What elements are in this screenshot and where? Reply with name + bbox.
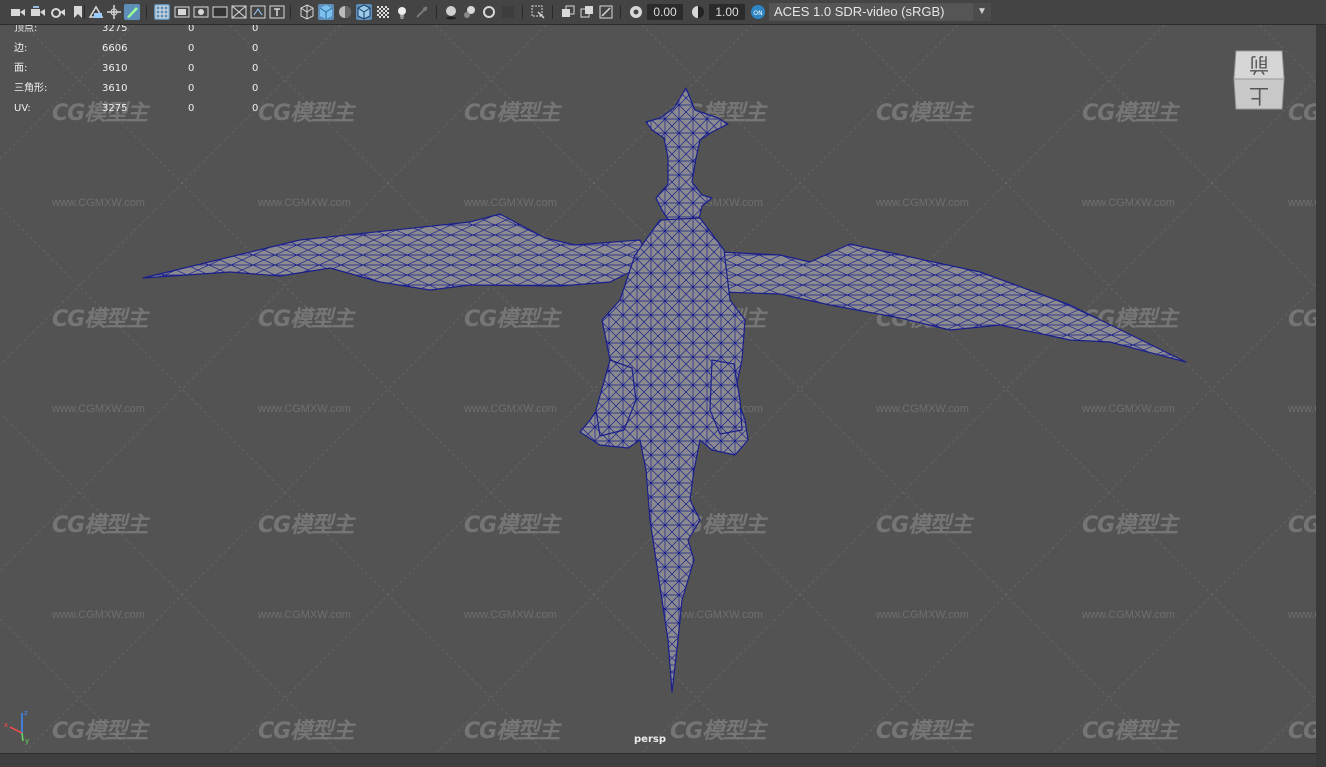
- camera-attributes-icon[interactable]: [30, 4, 46, 20]
- shadows-icon[interactable]: [443, 4, 459, 20]
- grease-pencil-icon[interactable]: [124, 4, 140, 20]
- image-plane-icon[interactable]: [88, 4, 104, 20]
- isolate-select-icon[interactable]: [530, 4, 546, 20]
- xray-joints-icon[interactable]: [560, 4, 576, 20]
- camera-icon[interactable]: [10, 4, 26, 20]
- dragon-wireframe-model[interactable]: [0, 25, 1316, 753]
- axis-gizmo: z x y: [4, 709, 29, 745]
- viewport-toolbar: 0.00 1.00 ON ACES 1.0 SDR-video (sRGB) ▼: [0, 0, 1326, 25]
- right-wing: [699, 243, 1187, 363]
- move-view-icon[interactable]: [106, 4, 122, 20]
- screen-space-ao-icon[interactable]: [462, 4, 478, 20]
- gamma-icon[interactable]: [690, 4, 706, 20]
- gamma-field[interactable]: 1.00: [709, 4, 745, 20]
- color-management-icon[interactable]: ON: [750, 4, 766, 20]
- viewport-border: [1316, 25, 1326, 766]
- axis-y-label: y: [25, 737, 29, 745]
- field-chart-icon[interactable]: [231, 4, 247, 20]
- exposure-icon[interactable]: [628, 4, 644, 20]
- bookmark-camera-icon[interactable]: [50, 4, 66, 20]
- color-space-dropdown[interactable]: ACES 1.0 SDR-video (sRGB) ▼: [769, 3, 991, 21]
- xray-active-icon[interactable]: [579, 4, 595, 20]
- svg-text:ON: ON: [753, 10, 762, 17]
- film-gate-icon[interactable]: [174, 4, 190, 20]
- motion-blur-icon[interactable]: [481, 4, 497, 20]
- smooth-shade-icon[interactable]: [318, 4, 334, 20]
- lights-icon[interactable]: [414, 4, 430, 20]
- wireframe-on-shaded-icon[interactable]: [356, 4, 372, 20]
- gate-mask-icon[interactable]: [212, 4, 228, 20]
- left-wing: [142, 213, 651, 291]
- resolution-gate-icon[interactable]: [193, 4, 209, 20]
- grid-icon[interactable]: [154, 4, 170, 20]
- dragon-head: [645, 87, 729, 233]
- camera-name-label: persp: [634, 734, 666, 745]
- view-cube-front-label: 前: [1249, 53, 1269, 77]
- textured-icon[interactable]: [394, 4, 410, 20]
- default-material-icon[interactable]: [337, 4, 353, 20]
- chevron-down-icon: ▼: [973, 3, 991, 21]
- exposure-field[interactable]: 0.00: [647, 4, 683, 20]
- color-space-label: ACES 1.0 SDR-video (sRGB): [774, 4, 945, 19]
- xray-icon[interactable]: [375, 4, 391, 20]
- safe-action-icon[interactable]: [250, 4, 266, 20]
- anti-aliasing-icon[interactable]: [500, 4, 516, 20]
- safe-title-icon[interactable]: [269, 4, 285, 20]
- view-cube-top-label: 上: [1249, 84, 1269, 108]
- 3d-viewport[interactable]: CG模型主CG模型主CG模型主CG模型主CG模型主CG模型主CG模型主CG模型主…: [0, 25, 1316, 753]
- axis-z-label: z: [24, 709, 28, 717]
- view-cube[interactable]: 前 上: [1228, 47, 1288, 115]
- axis-x-label: x: [4, 721, 8, 729]
- time-ruler[interactable]: [0, 753, 1316, 767]
- backface-culling-icon[interactable]: [598, 4, 614, 20]
- wireframe-icon[interactable]: [299, 4, 315, 20]
- dragon-body: [579, 217, 749, 693]
